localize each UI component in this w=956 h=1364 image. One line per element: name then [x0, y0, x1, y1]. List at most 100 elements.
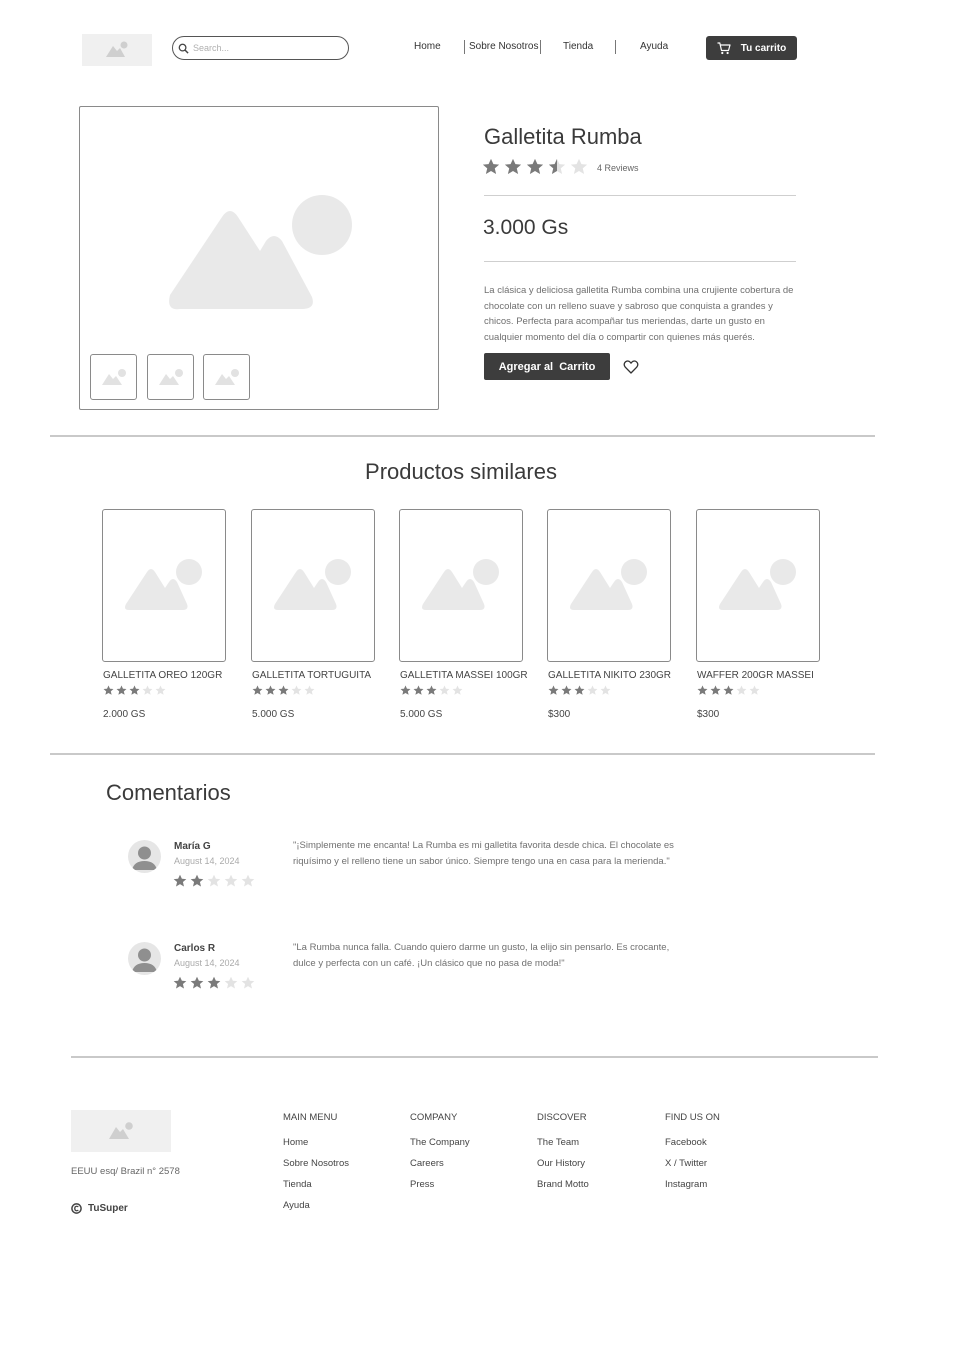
image-placeholder-icon: [570, 558, 647, 610]
star-icon: [587, 685, 598, 695]
cart-button[interactable]: Tu carrito: [706, 36, 797, 60]
product-card-image[interactable]: [547, 509, 671, 662]
image-placeholder-icon: [158, 369, 183, 385]
section-divider: [50, 435, 875, 437]
product-card-price: 5.000 GS: [400, 709, 443, 720]
star-icon: [103, 685, 114, 695]
nav-divider: [540, 40, 541, 54]
star-icon: [190, 976, 204, 989]
product-thumbnail[interactable]: [90, 354, 137, 400]
product-card-name[interactable]: GALLETITA NIKITO 230GR: [548, 670, 671, 681]
star-icon: [241, 976, 255, 989]
user-avatar-icon: [132, 948, 157, 972]
star-icon: [570, 158, 588, 175]
cart-label: Tu carrito: [740, 42, 787, 54]
footer-logo[interactable]: [71, 1110, 171, 1152]
comment-author: María G: [174, 841, 211, 852]
star-icon: [526, 158, 544, 175]
copyright-icon: [71, 1203, 82, 1214]
footer-link[interactable]: The Company: [410, 1137, 470, 1148]
footer-link[interactable]: X / Twitter: [665, 1158, 707, 1169]
product-title: Galletita Rumba: [484, 124, 642, 149]
header-logo[interactable]: [82, 34, 152, 66]
footer-link[interactable]: Press: [410, 1179, 434, 1190]
search-box[interactable]: [172, 36, 349, 60]
product-card-rating: [548, 685, 611, 696]
divider: [484, 261, 796, 262]
product-card-image[interactable]: [696, 509, 820, 662]
comment-author: Carlos R: [174, 943, 216, 954]
product-card-image[interactable]: [251, 509, 375, 662]
footer-link[interactable]: Our History: [537, 1158, 585, 1169]
footer-brand: TuSuper: [71, 1203, 128, 1214]
star-icon: [252, 685, 263, 695]
footer-link[interactable]: Facebook: [665, 1137, 707, 1148]
star-icon: [504, 158, 522, 175]
cart-icon: [717, 41, 731, 54]
footer-link[interactable]: Sobre Nosotros: [283, 1158, 349, 1169]
nav-sobre-nosotros[interactable]: Sobre Nosotros: [469, 41, 538, 52]
product-card-name[interactable]: GALLETITA OREO 120GR: [103, 670, 222, 681]
comment-rating: [173, 976, 255, 990]
footer-address: EEUU esq/ Brazil n° 2578: [71, 1166, 180, 1177]
star-icon: [173, 874, 187, 887]
product-card-name[interactable]: WAFFER 200GR MASSEI: [697, 670, 814, 681]
footer-link[interactable]: Home: [283, 1137, 308, 1148]
star-icon: [224, 976, 238, 989]
star-icon: [116, 685, 127, 695]
user-avatar-icon: [128, 840, 161, 873]
star-icon: [561, 685, 572, 695]
footer-link[interactable]: Careers: [410, 1158, 444, 1169]
similar-title: Productos similares: [365, 459, 557, 484]
image-placeholder-icon: [106, 41, 128, 57]
search-input[interactable]: [193, 43, 343, 53]
footer-link[interactable]: Tienda: [283, 1179, 312, 1190]
star-icon: [278, 685, 289, 695]
footer-divider: [71, 1056, 878, 1058]
nav-tienda[interactable]: Tienda: [563, 41, 593, 52]
star-icon: [439, 685, 450, 695]
star-icon: [142, 685, 153, 695]
image-placeholder-icon: [422, 558, 499, 610]
comment-rating: [173, 874, 255, 888]
star-icon: [548, 685, 559, 695]
star-icon: [574, 685, 585, 695]
comments-title: Comentarios: [106, 780, 231, 805]
image-placeholder-icon: [719, 558, 796, 610]
heart-icon[interactable]: [623, 359, 639, 375]
product-price: 3.000 Gs: [483, 216, 569, 239]
star-icon: [548, 158, 566, 175]
star-icon: [400, 685, 411, 695]
section-divider: [50, 753, 875, 755]
nav-ayuda[interactable]: Ayuda: [640, 41, 668, 52]
star-icon: [155, 685, 166, 695]
add-to-cart-button[interactable]: Agregar al Carrito: [484, 353, 610, 380]
star-icon: [749, 685, 760, 695]
star-icon: [697, 685, 708, 695]
image-placeholder-icon: [169, 195, 352, 310]
reviews-count[interactable]: 4 Reviews: [597, 163, 639, 173]
product-card-name[interactable]: GALLETITA MASSEI 100GR: [400, 670, 528, 681]
star-icon: [600, 685, 611, 695]
product-thumbnail[interactable]: [203, 354, 250, 400]
product-card-rating: [400, 685, 463, 696]
comment-text: "¡Simplemente me encanta! La Rumba es mi…: [293, 840, 674, 867]
nav-divider: [615, 40, 616, 54]
footer-link[interactable]: The Team: [537, 1137, 579, 1148]
footer-link[interactable]: Instagram: [665, 1179, 707, 1190]
product-card-image[interactable]: [102, 509, 226, 662]
star-icon: [265, 685, 276, 695]
comment-date: August 14, 2024: [174, 958, 240, 968]
star-icon: [413, 685, 424, 695]
product-card-image[interactable]: [399, 509, 523, 662]
image-placeholder-icon: [109, 1122, 133, 1139]
star-icon: [207, 874, 221, 887]
footer-link[interactable]: Ayuda: [283, 1200, 310, 1211]
footer-link[interactable]: Brand Motto: [537, 1179, 589, 1190]
product-thumbnail[interactable]: [147, 354, 194, 400]
star-icon: [736, 685, 747, 695]
nav-divider: [464, 40, 465, 54]
star-icon: [173, 976, 187, 989]
product-card-name[interactable]: GALLETITA TORTUGUITA: [252, 670, 371, 681]
nav-home[interactable]: Home: [414, 41, 441, 52]
